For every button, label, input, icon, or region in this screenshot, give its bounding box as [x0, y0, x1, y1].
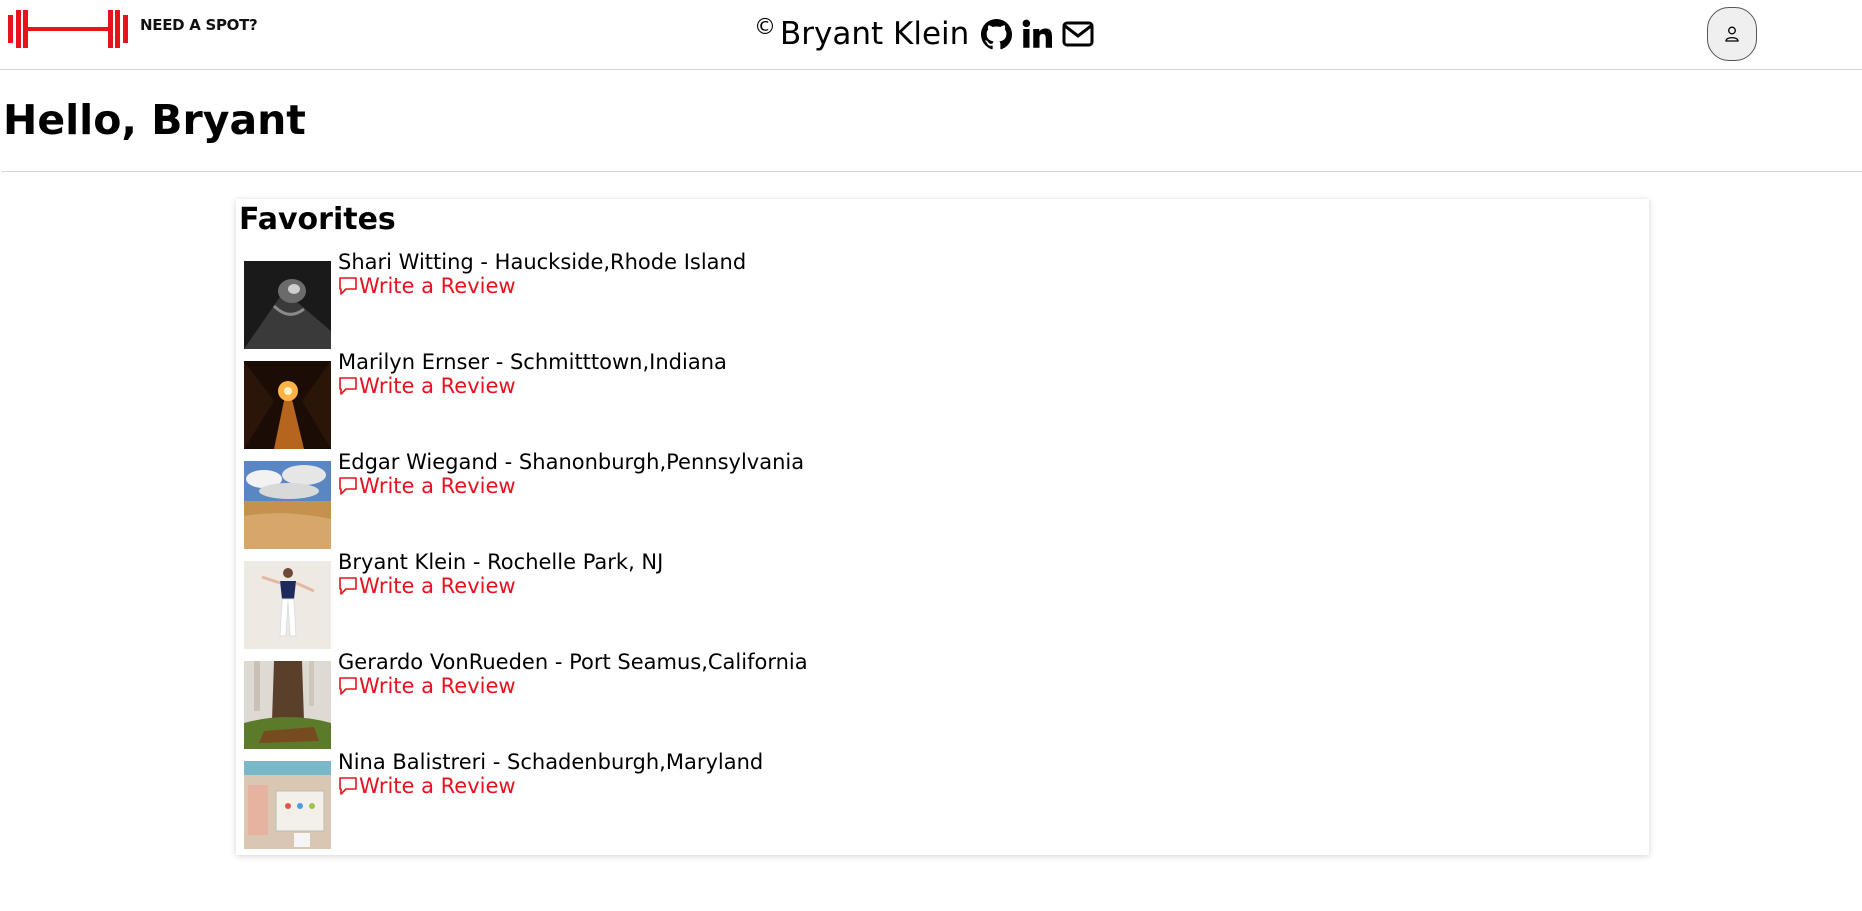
author-credit: © Bryant Klein: [754, 14, 1104, 52]
comment-icon: [339, 777, 357, 795]
write-review-link[interactable]: Write a Review: [338, 774, 516, 798]
barbell-logo-icon: [8, 10, 128, 48]
page-greeting: Hello, Bryant: [3, 96, 306, 144]
write-review-label: Write a Review: [359, 474, 516, 498]
linkedin-icon: [1022, 19, 1053, 48]
comment-icon: [339, 677, 357, 695]
favorite-title: Edgar Wiegand - Shanonburgh,Pennsylvania: [338, 450, 805, 474]
favorite-title: Shari Witting - Hauckside,Rhode Island: [338, 250, 747, 274]
write-review-label: Write a Review: [359, 274, 516, 298]
write-review-label: Write a Review: [359, 374, 516, 398]
favorite-item: Marilyn Ernser - Schmitttown,Indiana Wri…: [244, 350, 1544, 449]
favorites-title: Favorites: [239, 202, 396, 237]
github-link[interactable]: [981, 18, 1013, 50]
comment-icon: [339, 377, 357, 395]
top-navbar: NEED A SPOT? © Bryant Klein: [0, 0, 1862, 70]
write-review-link[interactable]: Write a Review: [338, 374, 516, 398]
comment-icon: [339, 477, 357, 495]
write-review-link[interactable]: Write a Review: [338, 674, 516, 698]
write-review-link[interactable]: Write a Review: [338, 274, 516, 298]
envelope-icon: [1062, 21, 1094, 47]
favorite-title: Bryant Klein - Rochelle Park, NJ: [338, 550, 664, 574]
write-review-label: Write a Review: [359, 674, 516, 698]
logo-text: NEED A SPOT?: [140, 16, 258, 34]
favorite-thumbnail[interactable]: [244, 661, 331, 749]
favorite-item: Gerardo VonRueden - Port Seamus,Californ…: [244, 650, 1544, 749]
favorite-thumbnail[interactable]: [244, 261, 331, 349]
author-name: Bryant Klein: [780, 16, 970, 52]
write-review-link[interactable]: Write a Review: [338, 574, 516, 598]
person-icon: [1725, 26, 1739, 42]
favorite-title: Nina Balistreri - Schadenburgh,Maryland: [338, 750, 764, 774]
write-review-link[interactable]: Write a Review: [338, 474, 516, 498]
logo[interactable]: NEED A SPOT?: [6, 6, 258, 52]
favorite-item: Edgar Wiegand - Shanonburgh,Pennsylvania…: [244, 450, 1544, 549]
comment-icon: [339, 277, 357, 295]
favorites-card: Favorites Shari Witting - Hauckside,Rhod…: [236, 199, 1649, 855]
email-link[interactable]: [1062, 20, 1094, 48]
linkedin-link[interactable]: [1022, 19, 1053, 49]
github-icon: [981, 18, 1013, 49]
favorite-thumbnail[interactable]: [244, 561, 331, 649]
divider: [2, 171, 1862, 172]
favorite-item: Bryant Klein - Rochelle Park, NJ Write a…: [244, 550, 1544, 649]
copyright-symbol: ©: [754, 14, 776, 40]
favorite-item: Nina Balistreri - Schadenburgh,Maryland …: [244, 750, 1544, 849]
favorite-title: Gerardo VonRueden - Port Seamus,Californ…: [338, 650, 808, 674]
write-review-label: Write a Review: [359, 774, 516, 798]
favorite-thumbnail[interactable]: [244, 361, 331, 449]
favorite-thumbnail[interactable]: [244, 761, 331, 849]
favorite-item: Shari Witting - Hauckside,Rhode Island W…: [244, 250, 1544, 349]
user-menu-button[interactable]: [1707, 7, 1757, 61]
favorite-thumbnail[interactable]: [244, 461, 331, 549]
write-review-label: Write a Review: [359, 574, 516, 598]
comment-icon: [339, 577, 357, 595]
favorite-title: Marilyn Ernser - Schmitttown,Indiana: [338, 350, 727, 374]
